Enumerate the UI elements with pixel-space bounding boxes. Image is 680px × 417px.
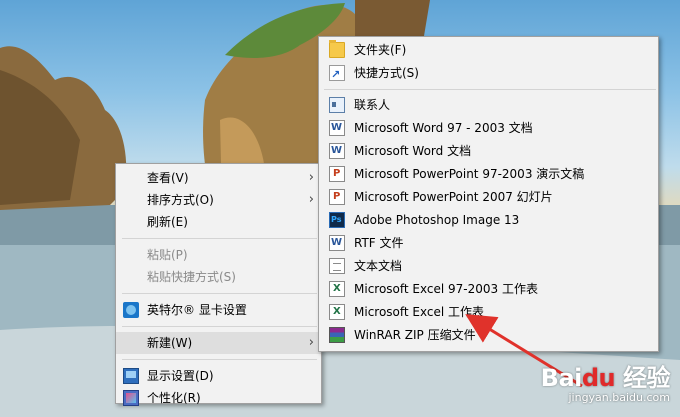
baidu-jingyan-watermark: Baidu 经验 jingyan.baidu.com [540, 358, 671, 404]
annotation-arrow [465, 314, 583, 388]
watermark-logo: Baidu 经验 [540, 364, 671, 392]
